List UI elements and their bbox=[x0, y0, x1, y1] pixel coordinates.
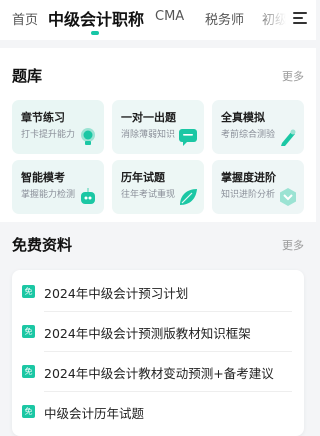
card-subtitle: 考前综合测验 bbox=[221, 130, 276, 140]
card-chapter-practice[interactable]: 章节练习 打卡提升能力 bbox=[12, 100, 104, 154]
tab-intermediate-accountant[interactable]: 中级会计职称 bbox=[48, 6, 144, 30]
tab-cma[interactable]: CMA bbox=[155, 9, 184, 24]
list-item-label: 2024年中级会计教材变动预测+备考建议 bbox=[44, 366, 274, 381]
list-item-label: 中级会计历年试题 bbox=[44, 406, 145, 421]
hexagon-icon bbox=[280, 188, 296, 206]
list-item-label: 2024年中级会计预习计划 bbox=[44, 286, 189, 301]
list-item[interactable]: 免 2024年中级会计预习计划 bbox=[12, 272, 304, 312]
card-full-mock[interactable]: 全真模拟 考前综合测验 bbox=[212, 100, 304, 154]
question-bank-section: 题库 更多 章节练习 打卡提升能力 一对一出题 消除薄弱知识 全真模拟 考前综合… bbox=[0, 48, 316, 222]
menu-icon[interactable] bbox=[292, 10, 308, 26]
card-subtitle: 知识进阶分析 bbox=[221, 190, 276, 200]
robot-icon bbox=[81, 188, 95, 204]
tab-tax-advisor[interactable]: 税务师 bbox=[205, 9, 244, 28]
card-title: 一对一出题 bbox=[121, 111, 176, 124]
tab-fade-overlay bbox=[254, 0, 294, 40]
free-badge: 免 bbox=[22, 325, 35, 338]
card-title: 全真模拟 bbox=[221, 111, 265, 124]
list-item[interactable]: 免 2024年中级会计教材变动预测+备考建议 bbox=[12, 352, 304, 392]
card-subtitle: 打卡提升能力 bbox=[21, 130, 76, 140]
pen-icon bbox=[281, 129, 296, 146]
free-materials-more-link[interactable]: 更多 bbox=[282, 237, 304, 253]
top-nav-bar: 首页 中级会计职称 CMA 税务师 初级 bbox=[0, 0, 316, 40]
question-bank-more-link[interactable]: 更多 bbox=[282, 68, 304, 84]
free-materials-title: 免费资料 bbox=[12, 236, 73, 254]
card-title: 章节练习 bbox=[21, 111, 65, 124]
bulb-icon bbox=[81, 128, 95, 145]
card-title: 历年试题 bbox=[121, 171, 165, 184]
active-tab-indicator bbox=[91, 31, 99, 35]
tab-home[interactable]: 首页 bbox=[12, 9, 38, 28]
free-materials-list: 免 2024年中级会计预习计划 免 2024年中级会计预测版教材知识框架 免 2… bbox=[12, 270, 304, 436]
list-item-label: 2024年中级会计预测版教材知识框架 bbox=[44, 326, 251, 341]
leaf-icon bbox=[180, 189, 197, 205]
free-badge: 免 bbox=[22, 405, 35, 418]
card-subtitle: 往年考试重现 bbox=[121, 190, 176, 200]
chat-icon bbox=[179, 129, 197, 146]
card-one-on-one[interactable]: 一对一出题 消除薄弱知识 bbox=[112, 100, 204, 154]
free-badge: 免 bbox=[22, 285, 35, 298]
question-bank-title: 题库 bbox=[12, 67, 43, 85]
card-subtitle: 掌握能力检测 bbox=[21, 190, 76, 200]
card-subtitle: 消除薄弱知识 bbox=[121, 130, 176, 140]
card-past-exams[interactable]: 历年试题 往年考试重现 bbox=[112, 160, 204, 214]
card-smart-mock[interactable]: 智能模考 掌握能力检测 bbox=[12, 160, 104, 214]
card-title: 掌握度进阶 bbox=[221, 171, 276, 184]
free-materials-header: 免费资料 更多 bbox=[0, 222, 316, 270]
card-mastery-advance[interactable]: 掌握度进阶 知识进阶分析 bbox=[212, 160, 304, 214]
free-badge: 免 bbox=[22, 365, 35, 378]
card-title: 智能模考 bbox=[21, 171, 65, 184]
list-item[interactable]: 免 中级会计历年试题 bbox=[12, 392, 304, 432]
list-item[interactable]: 免 2024年中级会计预测版教材知识框架 bbox=[12, 312, 304, 352]
